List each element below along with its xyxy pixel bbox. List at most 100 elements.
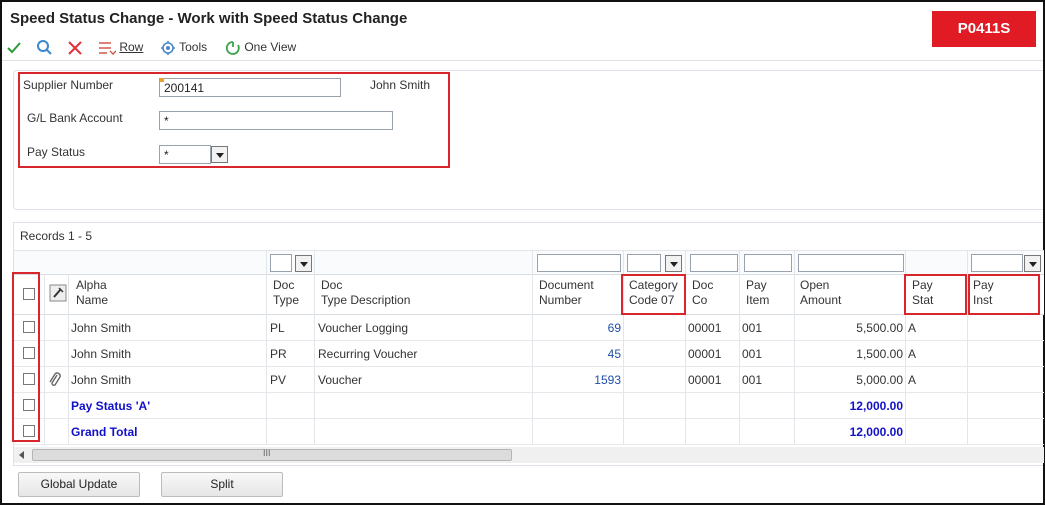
col-doc-desc-line1: Doc xyxy=(321,278,343,292)
col-doc-type-line1: Doc xyxy=(273,278,295,292)
col-alpha-name[interactable]: Alpha Name xyxy=(76,278,108,308)
qbe-document-number-input[interactable] xyxy=(537,254,621,272)
qbe-category-code-dropdown[interactable] xyxy=(665,255,682,272)
cell-doc-description: Voucher Logging xyxy=(318,321,409,335)
category-code-highlight xyxy=(621,274,686,315)
col-open-amount[interactable]: Open Amount xyxy=(800,278,841,308)
records-count: Records 1 - 5 xyxy=(20,229,93,243)
tools-menu[interactable]: Tools xyxy=(160,38,207,56)
toolbar: Row Tools One View xyxy=(2,34,1043,60)
cell-alpha-name: John Smith xyxy=(71,321,132,335)
one-view-icon xyxy=(225,40,240,55)
cell-document-number[interactable]: 1593 xyxy=(534,373,621,387)
one-view-label: One View xyxy=(244,40,297,54)
subtotal-row[interactable]: Pay Status 'A' 12,000.00 xyxy=(14,393,1044,419)
col-docnum-line1: Document xyxy=(539,278,594,292)
grid-header: Alpha Name Doc Type Doc Type Description Do… xyxy=(14,274,1044,315)
cell-doc-co: 00001 xyxy=(688,321,722,335)
page-title: Speed Status Change - Work with Speed St… xyxy=(10,10,408,27)
subtotal-label: Pay Status 'A' xyxy=(71,399,151,413)
qbe-category-code-input[interactable] xyxy=(627,254,661,272)
table-row[interactable]: John Smith PV Voucher 1593 00001 001 5,0… xyxy=(14,367,1044,393)
filter-highlight xyxy=(18,72,450,168)
query-by-example-row xyxy=(14,250,1044,274)
cell-open-amount: 1,500.00 xyxy=(856,347,903,361)
grand-total-label: Grand Total xyxy=(71,425,138,439)
col-pay-item[interactable]: Pay Item xyxy=(746,278,769,308)
cell-pay-item: 001 xyxy=(742,373,763,387)
close-button[interactable] xyxy=(67,38,83,56)
close-icon xyxy=(68,41,82,55)
table-row[interactable]: John Smith PR Recurring Voucher 45 00001… xyxy=(14,341,1044,367)
col-payitem-line1: Pay xyxy=(746,278,767,292)
cell-alpha-name: John Smith xyxy=(71,373,132,387)
grand-total-row[interactable]: Grand Total 12,000.00 xyxy=(14,419,1044,445)
title-bar: Speed Status Change - Work with Speed St… xyxy=(2,2,1043,34)
row-menu-icon xyxy=(99,42,116,55)
qbe-pay-inst-input[interactable] xyxy=(971,254,1023,272)
attachment-header-icon xyxy=(49,284,67,302)
qbe-pay-item-input[interactable] xyxy=(744,254,792,272)
col-doc-type[interactable]: Doc Type xyxy=(273,278,299,308)
ok-button[interactable] xyxy=(6,38,22,56)
col-doc-desc-line2: Type Description xyxy=(321,293,411,307)
col-doc-co[interactable]: Doc Co xyxy=(692,278,713,308)
col-doc-type-line2: Type xyxy=(273,293,300,307)
global-update-button[interactable]: Global Update xyxy=(18,472,140,497)
col-docco-line2: Co xyxy=(692,293,708,307)
scroll-left-icon[interactable] xyxy=(18,451,26,459)
cell-doc-description: Recurring Voucher xyxy=(318,347,418,361)
pay-inst-highlight xyxy=(968,274,1040,315)
qbe-pay-inst-dropdown[interactable] xyxy=(1024,255,1041,272)
subtotal-amount: 12,000.00 xyxy=(849,399,903,413)
qbe-doc-type-dropdown[interactable] xyxy=(295,255,312,272)
col-open-line2: Amount xyxy=(800,293,842,307)
qbe-doc-co-input[interactable] xyxy=(690,254,738,272)
paperclip-icon[interactable] xyxy=(48,372,62,388)
horizontal-scrollbar[interactable]: III xyxy=(14,447,1044,463)
qbe-doc-type-input[interactable] xyxy=(270,254,292,272)
col-docco-line1: Doc xyxy=(692,278,714,292)
col-payitem-line2: Item xyxy=(746,293,770,307)
search-icon xyxy=(37,40,52,56)
col-document-number[interactable]: Document Number xyxy=(539,278,594,308)
col-doc-type-description[interactable]: Doc Type Description xyxy=(321,278,410,308)
one-view-button[interactable]: One View xyxy=(225,38,296,56)
cell-doc-co: 00001 xyxy=(688,373,722,387)
cell-pay-stat: A xyxy=(908,347,917,361)
cell-open-amount: 5,000.00 xyxy=(856,373,903,387)
checkmark-icon xyxy=(7,42,21,54)
form-id-badge: P0411S xyxy=(932,11,1036,47)
col-docnum-line2: Number xyxy=(539,293,582,307)
cell-document-number[interactable]: 69 xyxy=(534,321,621,335)
table-row[interactable]: John Smith PL Voucher Logging 69 00001 0… xyxy=(14,315,1044,341)
cell-doc-type: PV xyxy=(270,373,287,387)
row-menu[interactable]: Row xyxy=(98,38,143,56)
checkbox-column-highlight xyxy=(12,272,40,442)
find-button[interactable] xyxy=(36,38,53,56)
gear-icon xyxy=(161,40,175,55)
cell-pay-item: 001 xyxy=(742,321,763,335)
qbe-open-amount-input[interactable] xyxy=(798,254,904,272)
scrollbar-thumb[interactable]: III xyxy=(32,448,512,461)
grand-total-amount: 12,000.00 xyxy=(849,425,903,439)
cell-document-number[interactable]: 45 xyxy=(534,347,621,361)
cell-doc-type: PR xyxy=(270,347,287,361)
row-menu-label: Row xyxy=(119,40,144,54)
results-grid: Records 1 - 5 Alpha Name Doc Type Doc Type … xyxy=(13,222,1044,466)
cell-open-amount: 5,500.00 xyxy=(856,321,903,335)
cell-pay-item: 001 xyxy=(742,347,763,361)
cell-doc-description: Voucher xyxy=(318,373,363,387)
cell-doc-type: PL xyxy=(270,321,285,335)
col-alpha-name-line2: Name xyxy=(76,293,109,307)
toolbar-divider xyxy=(2,60,1043,61)
cell-alpha-name: John Smith xyxy=(71,347,132,361)
scroll-grip: III xyxy=(263,448,271,458)
col-open-line1: Open xyxy=(800,278,830,292)
split-button[interactable]: Split xyxy=(161,472,283,497)
cell-doc-co: 00001 xyxy=(688,347,722,361)
cell-pay-stat: A xyxy=(908,373,917,387)
tools-menu-label: Tools xyxy=(179,40,208,54)
cell-pay-stat: A xyxy=(908,321,917,335)
col-alpha-name-line1: Alpha xyxy=(76,278,107,292)
